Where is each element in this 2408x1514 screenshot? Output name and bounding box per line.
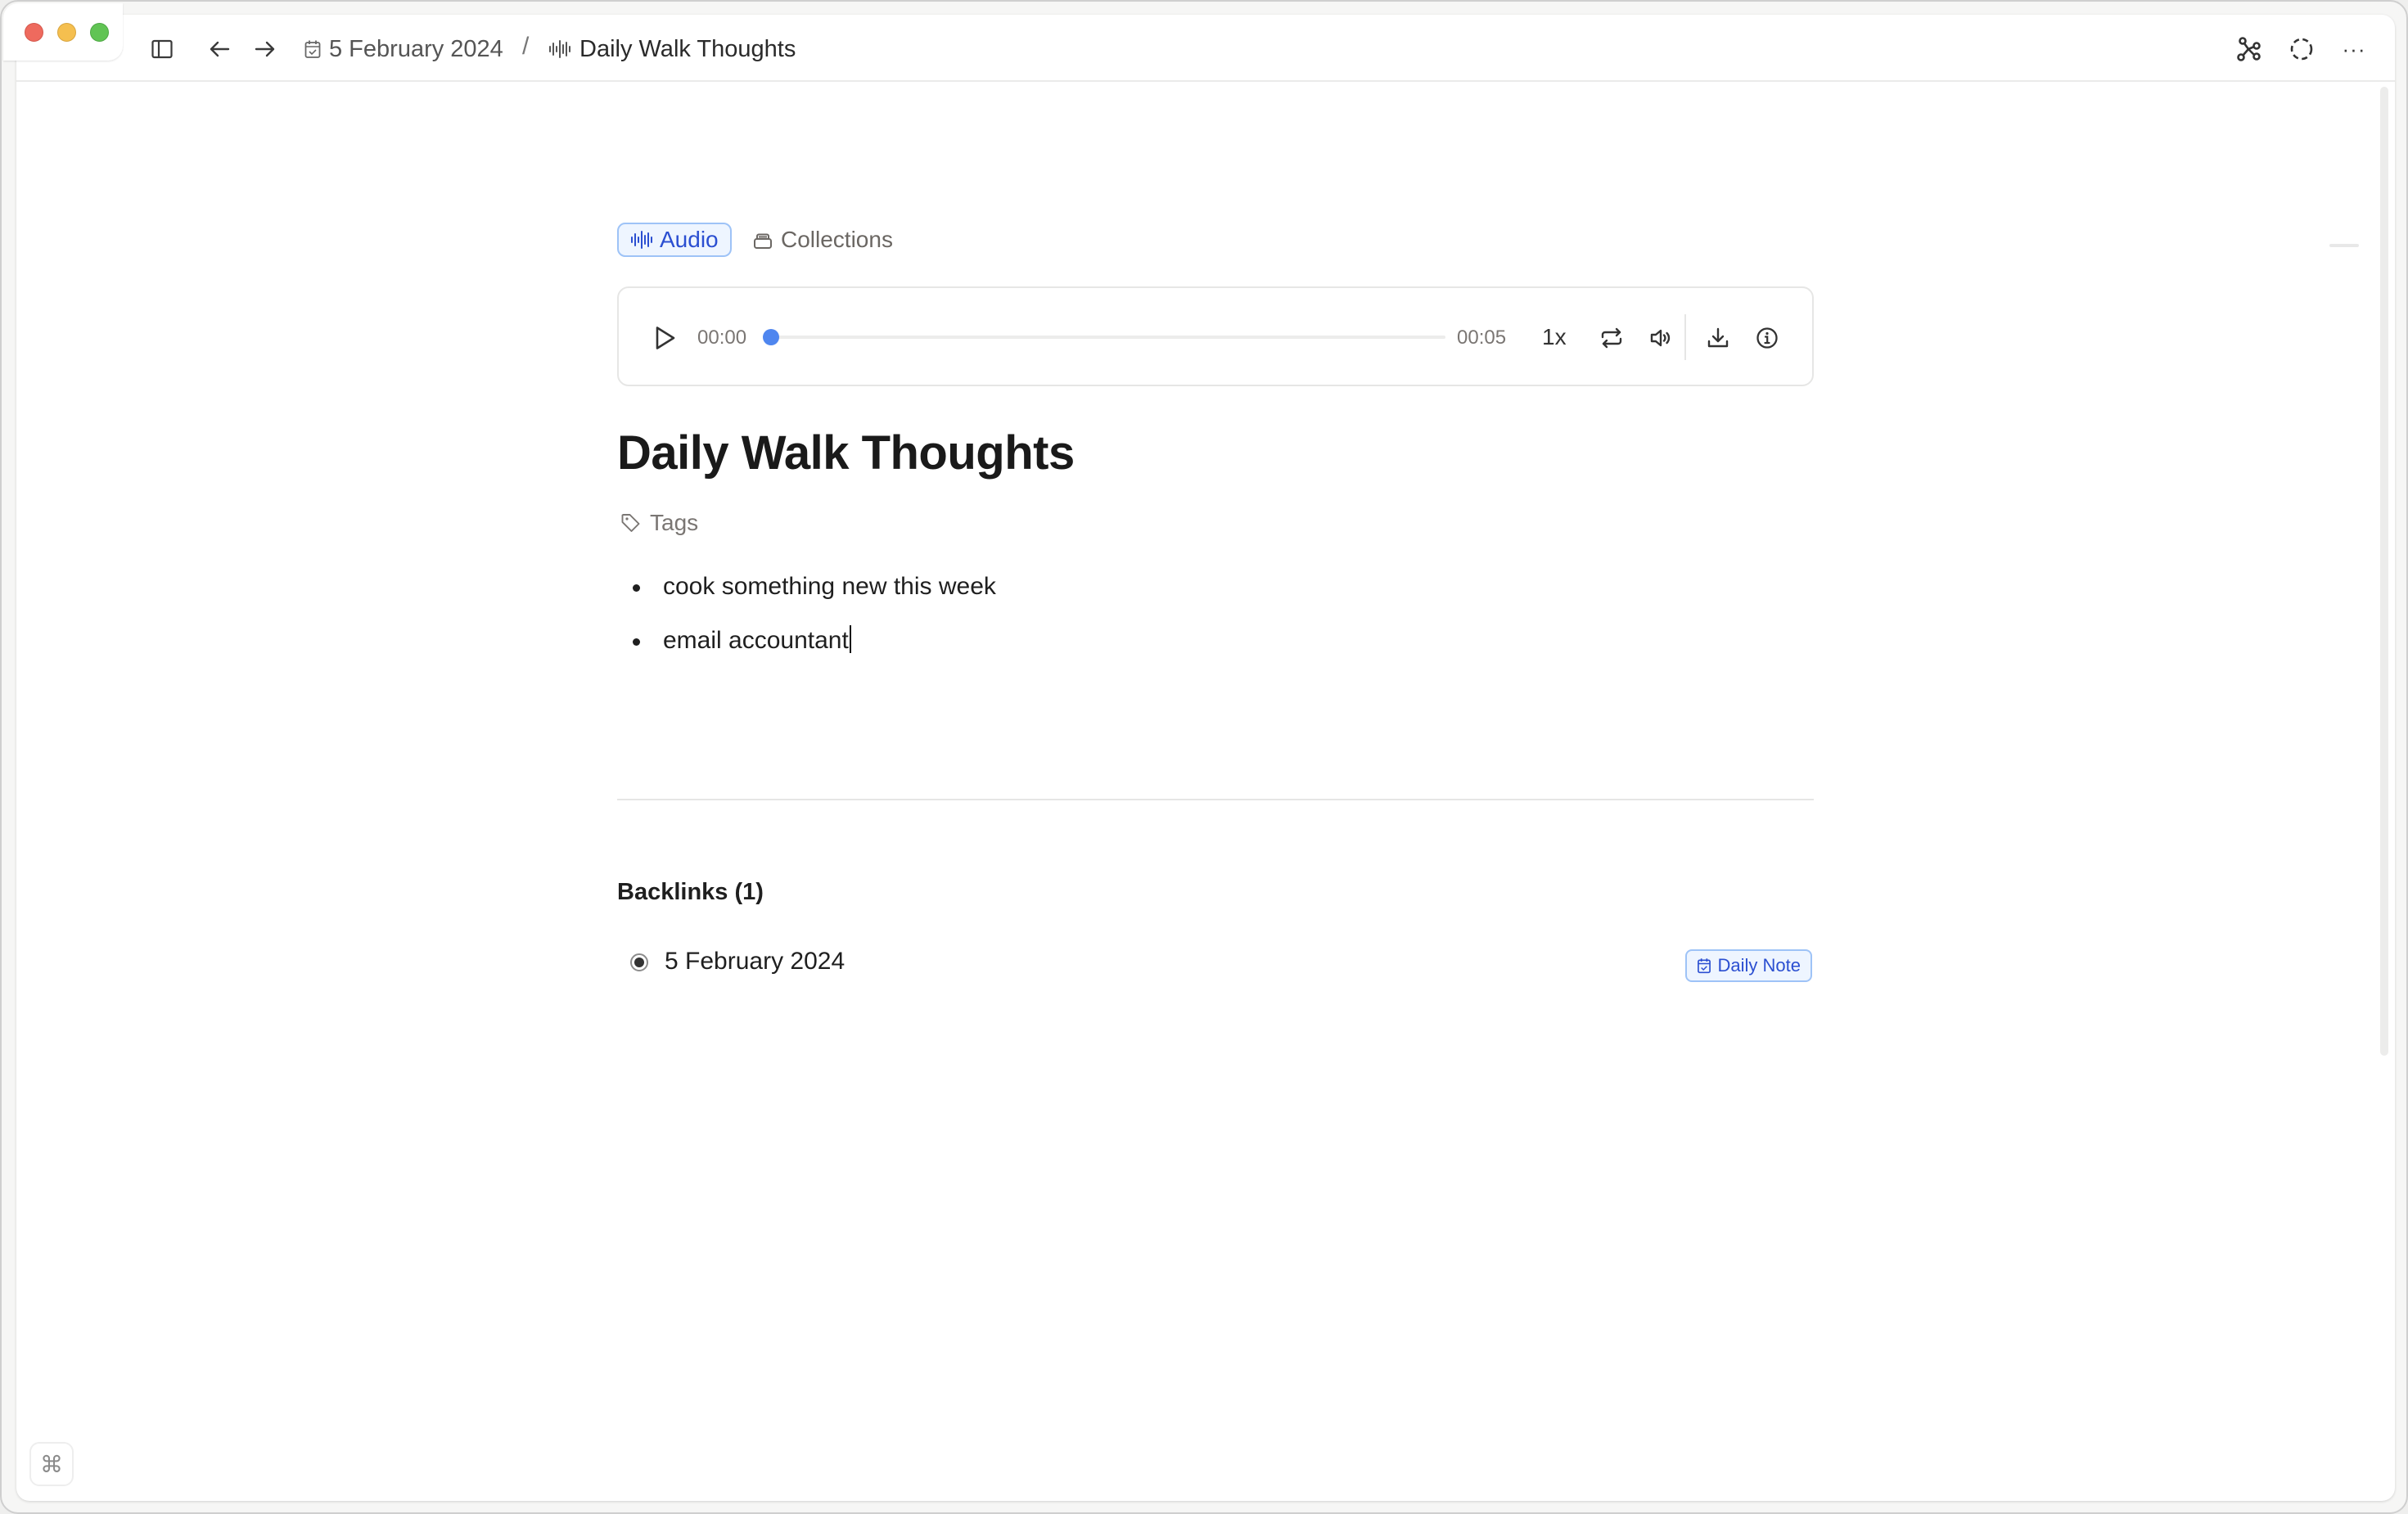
chip-label: Collections xyxy=(781,227,893,252)
audio-waveform-icon xyxy=(548,40,571,58)
audio-waveform-icon xyxy=(630,231,653,249)
command-palette-button[interactable]: ⌘ xyxy=(29,1442,74,1486)
section-divider xyxy=(617,799,1814,800)
backlinks-heading: Backlinks (1) xyxy=(617,879,764,905)
sync-button[interactable] xyxy=(2285,33,2318,65)
forward-button[interactable] xyxy=(250,34,280,64)
volume-icon xyxy=(1650,329,1671,347)
calendar-check-icon xyxy=(304,39,321,59)
breadcrumb-separator: / xyxy=(522,33,530,60)
duration: 00:05 xyxy=(1457,327,1507,349)
audio-player: 00:00 00:05 1x xyxy=(617,286,1814,386)
list-item-text: email accountant xyxy=(663,627,849,654)
repeat-icon xyxy=(1601,327,1622,349)
arrow-left-icon xyxy=(210,41,230,57)
text-cursor xyxy=(849,625,851,653)
backlink-row[interactable]: 5 February 2024 Daily Note xyxy=(617,935,1814,989)
download-button[interactable] xyxy=(1704,324,1732,352)
sidebar-toggle-button[interactable] xyxy=(147,34,177,64)
info-button[interactable] xyxy=(1753,324,1781,352)
list-item-text: cook something new this week xyxy=(663,573,996,600)
arrow-right-icon xyxy=(255,41,275,57)
loop-button[interactable] xyxy=(1598,324,1626,352)
backlink-bullet-icon xyxy=(630,953,648,971)
close-window-button[interactable] xyxy=(25,23,43,42)
outline-marker[interactable] xyxy=(2329,244,2359,247)
graph-view-button[interactable] xyxy=(2233,33,2266,65)
play-button[interactable] xyxy=(652,324,679,352)
command-icon: ⌘ xyxy=(40,1451,63,1477)
breadcrumb-item-daily-note[interactable]: 5 February 2024 xyxy=(304,33,503,65)
zoom-window-button[interactable] xyxy=(90,23,109,42)
traffic-lights xyxy=(3,3,123,61)
seek-slider[interactable] xyxy=(763,329,1445,345)
download-icon xyxy=(1707,327,1729,348)
calendar-check-icon xyxy=(1697,958,1711,974)
note-body[interactable]: cook something new this week email accou… xyxy=(617,566,996,674)
sidebar-icon xyxy=(151,39,173,59)
more-icon: ··· xyxy=(2342,36,2366,61)
play-icon xyxy=(656,327,675,349)
breadcrumb-label: Daily Walk Thoughts xyxy=(579,35,796,62)
main-panel: 5 February 2024 / Daily Walk Thoughts ··… xyxy=(16,15,2395,1501)
tag-icon xyxy=(620,512,642,534)
player-divider xyxy=(1684,314,1686,360)
graph-icon xyxy=(2237,37,2261,61)
breadcrumb-label: 5 February 2024 xyxy=(329,35,503,62)
tags-label: Tags xyxy=(650,510,699,535)
breadcrumb-item-current[interactable]: Daily Walk Thoughts xyxy=(548,33,796,65)
tags-field[interactable]: Tags xyxy=(620,506,698,540)
minimize-window-button[interactable] xyxy=(57,23,76,42)
badge-label: Daily Note xyxy=(1717,955,1801,976)
more-options-button[interactable]: ··· xyxy=(2338,33,2370,65)
chip-label: Audio xyxy=(660,227,719,252)
back-button[interactable] xyxy=(205,34,234,64)
current-time: 00:00 xyxy=(697,327,747,349)
app-window: 5 February 2024 / Daily Walk Thoughts ··… xyxy=(0,0,2408,1514)
info-icon xyxy=(1756,327,1778,349)
seek-handle[interactable] xyxy=(763,329,779,345)
collection-chip-collections[interactable]: Collections xyxy=(753,223,893,257)
playback-rate-button[interactable]: 1x xyxy=(1542,322,1567,352)
vertical-scrollbar[interactable] xyxy=(2380,87,2388,1056)
backlink-title[interactable]: 5 February 2024 xyxy=(665,943,845,980)
list-item[interactable]: email accountant xyxy=(617,620,996,674)
sync-dashed-circle-icon xyxy=(2290,38,2313,61)
volume-button[interactable] xyxy=(1647,324,1675,352)
collection-chip-audio[interactable]: Audio xyxy=(617,223,732,257)
list-item[interactable]: cook something new this week xyxy=(617,566,996,620)
top-bar: 5 February 2024 / Daily Walk Thoughts ··… xyxy=(16,15,2395,82)
daily-note-badge[interactable]: Daily Note xyxy=(1684,949,1812,982)
note-title[interactable]: Daily Walk Thoughts xyxy=(617,421,1075,486)
collections-stack-icon xyxy=(753,230,773,250)
